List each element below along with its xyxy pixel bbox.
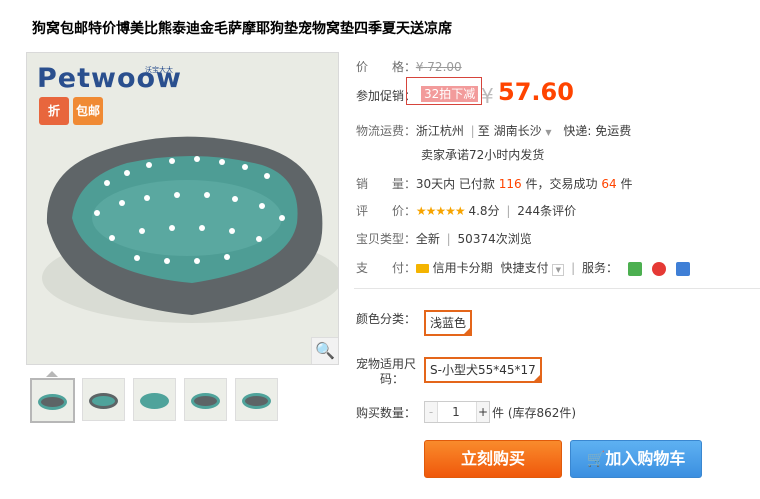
selected-check-icon	[532, 374, 541, 382]
price-row: 价 格： ¥ 72.00	[356, 58, 462, 75]
reviews-link[interactable]: 244条评价	[517, 204, 576, 218]
main-product-image[interactable]: Petwoow 沃宝大大 折 包邮 🔍	[26, 52, 339, 365]
quantity-stepper: - 1 +	[424, 401, 490, 423]
shipping-fee-label: 快递:	[563, 124, 592, 138]
quantity-label: 购买数量：	[356, 406, 417, 420]
free-shipping-badge: 包邮	[73, 97, 103, 125]
thumbnail-3[interactable]	[133, 378, 176, 421]
price-label: 价 格：	[356, 60, 417, 74]
decrease-button[interactable]: -	[425, 402, 438, 422]
seven-day-return-icon[interactable]	[627, 261, 642, 276]
rating-score: 4.8分	[468, 204, 500, 218]
credit-card-icon	[415, 264, 429, 273]
section-divider	[354, 288, 760, 289]
shipping-promise: 卖家承诺72小时内发货	[421, 148, 545, 162]
type-value: 全新	[415, 232, 440, 246]
increase-button[interactable]: +	[476, 402, 489, 422]
color-option-selected[interactable]: 浅蓝色	[424, 310, 473, 336]
promo-price: 57.60	[498, 78, 574, 106]
ship-to-prefix: 至	[477, 124, 490, 138]
sales-row: 销 量： 30天内 已付款 116 件，交易成功 64 件	[356, 177, 633, 191]
express-pay[interactable]: 快捷支付	[501, 261, 549, 275]
thumbnail-2[interactable]	[82, 378, 125, 421]
thumbnail-4[interactable]	[184, 378, 227, 421]
discount-badge: 折	[39, 97, 69, 125]
shipping-label: 物流运费：	[356, 124, 417, 138]
service-label: 服务：	[582, 261, 619, 275]
zoom-icon[interactable]: 🔍	[311, 337, 338, 364]
ship-from: 浙江杭州	[415, 124, 464, 138]
product-title: 狗窝包邮特价博美比熊泰迪金毛萨摩耶狗垫宠物窝垫四季夏天送凉席	[32, 21, 452, 37]
stock-info: 件 (库存862件)	[492, 406, 577, 420]
cart-icon: 🛒	[586, 450, 606, 468]
rating-stars: ★★★★★	[415, 204, 466, 218]
active-thumb-indicator	[46, 371, 58, 377]
chevron-down-icon: ▼	[552, 264, 565, 276]
brand-logo-subtext: 沃宝大大	[145, 66, 173, 74]
thumbnail-5[interactable]	[235, 378, 278, 421]
thumbnail-1[interactable]	[30, 378, 75, 423]
add-to-cart-button[interactable]: 🛒加入购物车	[570, 440, 702, 478]
buy-now-button[interactable]: 立刻购买	[424, 440, 562, 478]
paid-count: 116	[498, 177, 522, 191]
promo-tag[interactable]: 32拍下减	[421, 86, 479, 102]
type-row: 宝贝类型： 全新 | 50374次浏览	[356, 232, 532, 246]
success-count: 64	[601, 177, 617, 191]
promo-currency: ¥	[481, 84, 494, 108]
brand-logo: Petwoow 沃宝大大	[37, 63, 181, 94]
payment-row: 支 付： 信用卡分期 快捷支付 ▼ | 服务：	[356, 259, 690, 276]
quantity-input[interactable]: 1	[441, 402, 471, 422]
rating-label: 评 价：	[356, 204, 417, 218]
sales-label: 销 量：	[356, 177, 417, 191]
genuine-icon[interactable]	[675, 261, 690, 276]
size-label: 宠物适用尺 码：	[356, 357, 417, 386]
shipping-row: 物流运费： 浙江杭州 | 至 湖南长沙 ▼ 快递: 免运费	[356, 124, 632, 138]
payment-label: 支 付：	[356, 261, 417, 275]
chevron-down-icon: ▼	[545, 128, 552, 137]
shipping-fee: 免运费	[595, 124, 632, 138]
original-price: ¥ 72.00	[415, 60, 462, 74]
view-count: 50374次浏览	[457, 232, 532, 246]
guarantee-icon[interactable]	[651, 261, 666, 276]
selected-check-icon	[463, 327, 472, 335]
ship-to-select[interactable]: 湖南长沙 ▼	[494, 124, 552, 138]
size-option-selected[interactable]: S-小型犬55*45*17	[424, 357, 542, 383]
type-label: 宝贝类型：	[356, 232, 417, 246]
color-label: 颜色分类：	[356, 312, 417, 326]
credit-installment[interactable]: 信用卡分期	[433, 261, 493, 275]
rating-row: 评 价： ★★★★★ 4.8分 | 244条评价	[356, 204, 577, 218]
